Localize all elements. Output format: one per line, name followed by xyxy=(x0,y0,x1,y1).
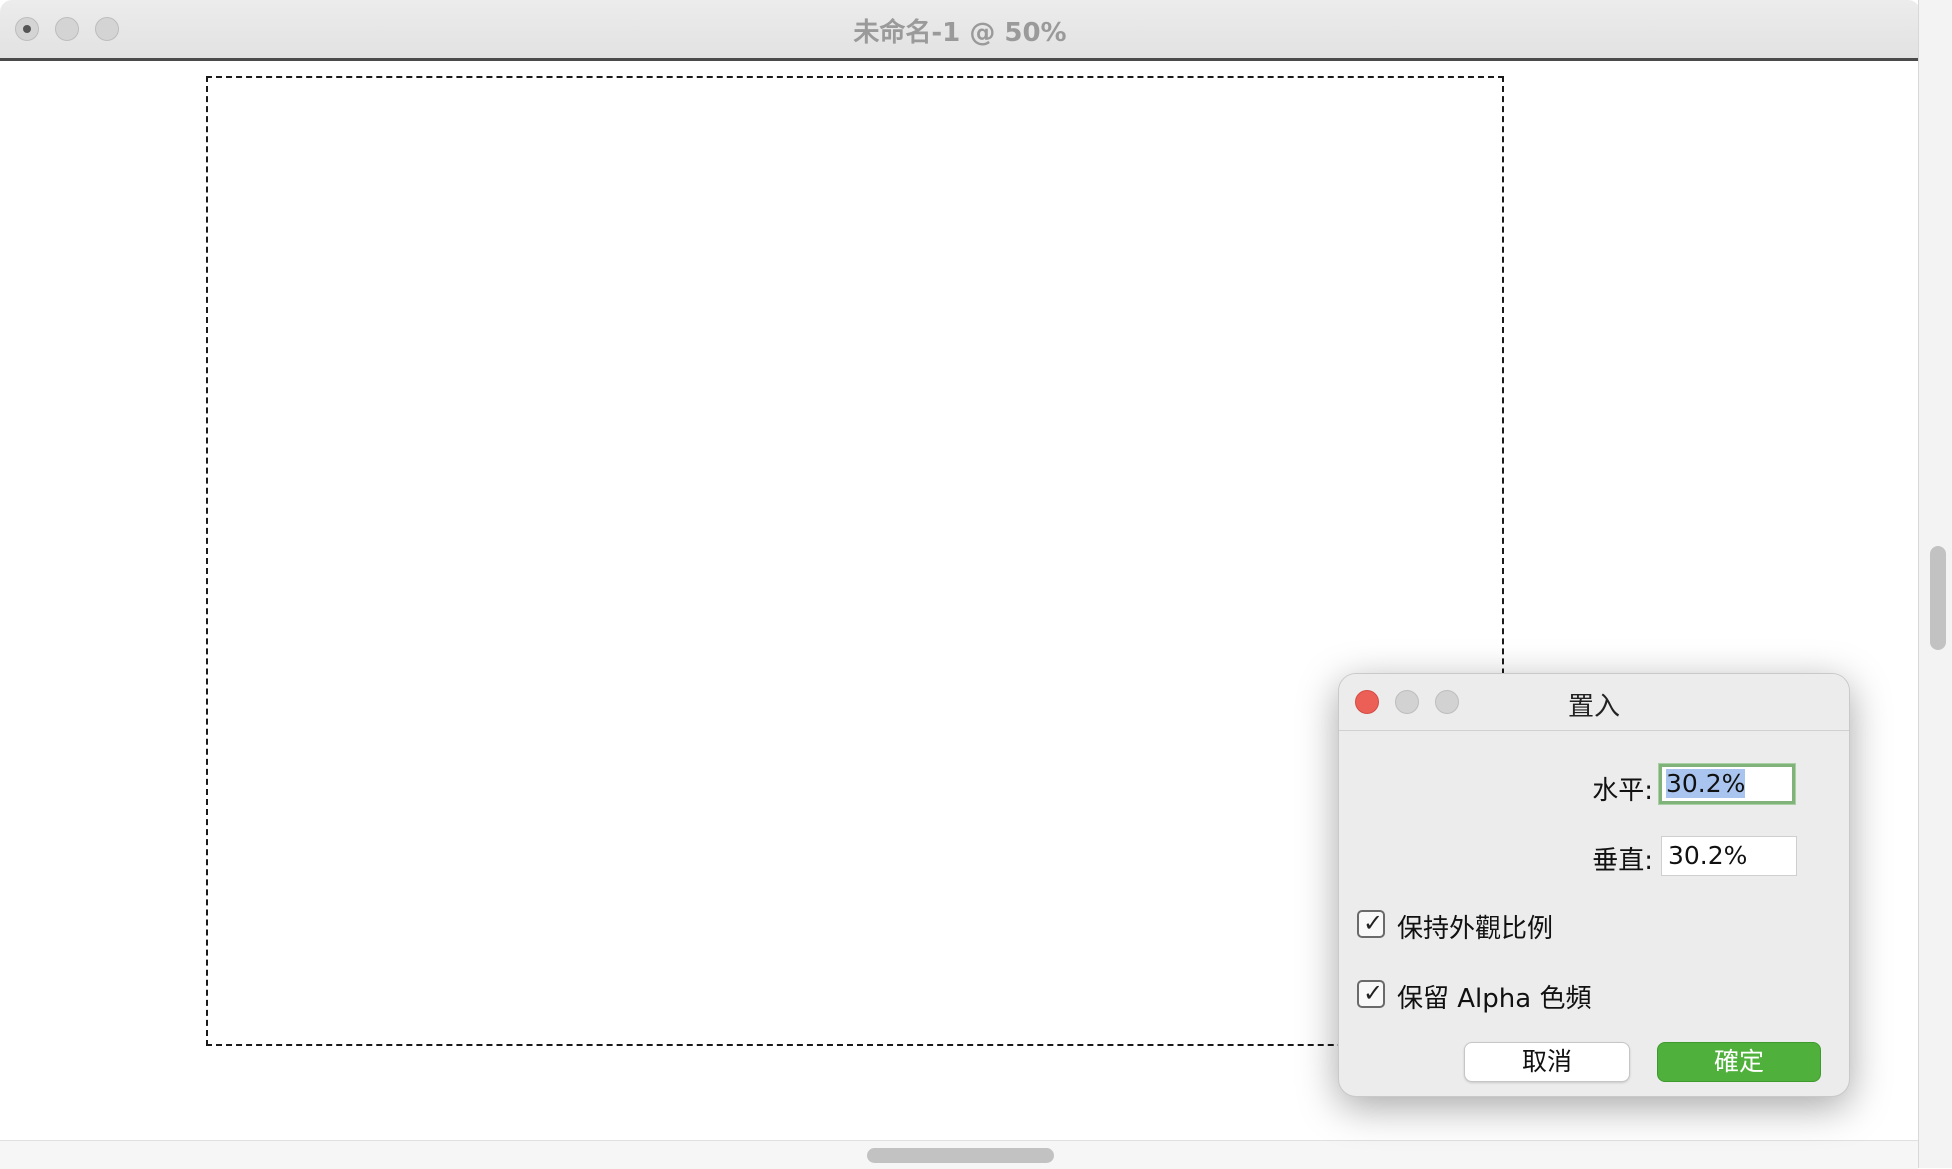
ok-button[interactable]: 確定 xyxy=(1657,1042,1821,1082)
window-title: 未命名-1 @ 50% xyxy=(853,18,1067,48)
keep-alpha-label: 保留 Alpha 色頻 xyxy=(1397,984,1592,1014)
keep-alpha-checkbox[interactable]: ✓ xyxy=(1357,979,1385,1008)
horizontal-scrollbar-thumb[interactable] xyxy=(867,1148,1054,1163)
dialog-title: 置入 xyxy=(1567,692,1620,722)
horizontal-label: 水平: xyxy=(1592,776,1653,806)
vertical-input[interactable]: 30.2% xyxy=(1661,836,1797,876)
keep-aspect-label: 保持外觀比例 xyxy=(1397,914,1554,944)
horizontal-input[interactable]: 30.2% xyxy=(1659,764,1795,804)
dialog-title-bar: 置入 xyxy=(1339,674,1849,731)
vertical-label: 垂直: xyxy=(1592,846,1653,876)
horizontal-input-value: 30.2% xyxy=(1666,769,1746,798)
canvas-selection-marquee[interactable] xyxy=(206,76,1504,1046)
vertical-input-value: 30.2% xyxy=(1668,841,1748,870)
window-title-bar: 未命名-1 @ 50% xyxy=(0,0,1920,61)
cancel-button[interactable]: 取消 xyxy=(1464,1042,1630,1082)
keep-aspect-checkbox[interactable]: ✓ xyxy=(1357,909,1385,938)
checkmark-icon: ✓ xyxy=(1363,979,1384,1007)
checkmark-icon: ✓ xyxy=(1363,909,1384,937)
place-dialog: 置入 水平: 30.2% 垂直: 30.2% ✓ 保持外觀比例 ✓ 保留 Alp… xyxy=(1338,673,1850,1097)
vertical-scrollbar-thumb[interactable] xyxy=(1930,546,1946,650)
